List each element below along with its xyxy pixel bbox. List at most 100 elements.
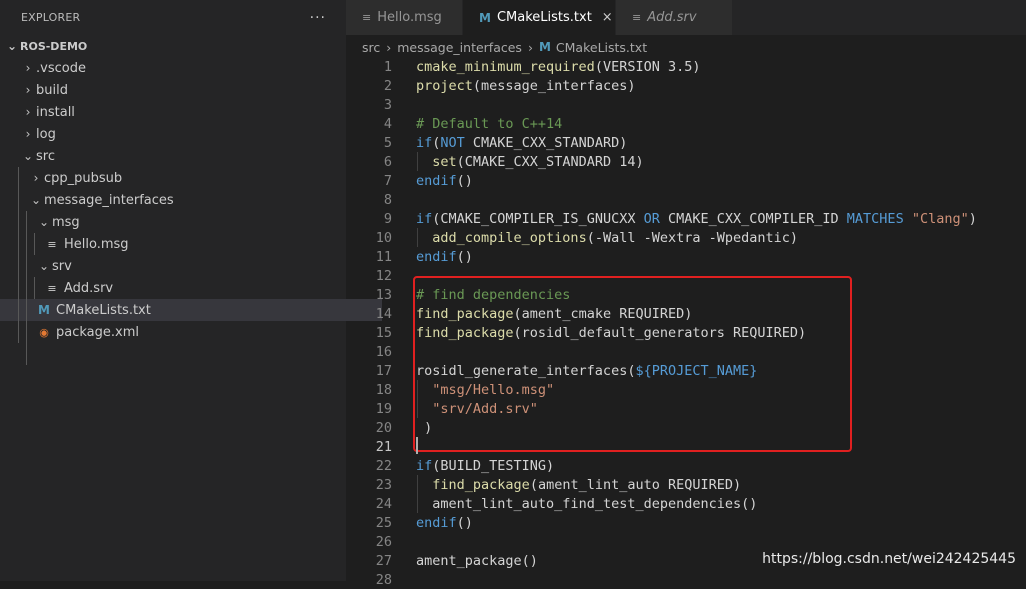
line-number: 26	[375, 533, 392, 550]
breadcrumb-item[interactable]: message_interfaces	[397, 40, 522, 55]
code-token: add_compile_options	[432, 229, 587, 246]
code-line[interactable]: 24 ament_lint_auto_find_test_dependencie…	[346, 494, 1026, 513]
code-text: if(CMAKE_COMPILER_IS_GNUCXX OR CMAKE_CXX…	[416, 211, 977, 227]
line-number: 9	[383, 210, 392, 227]
code-line[interactable]: 22 if(BUILD_TESTING)	[346, 456, 1026, 475]
tree-folder-build[interactable]: › build	[0, 79, 366, 101]
code-line[interactable]: 8	[346, 190, 1026, 209]
tree-folder-msg[interactable]: ⌄ msg	[0, 211, 382, 233]
tree-folder-install[interactable]: › install	[0, 101, 366, 123]
code-text: endif()	[416, 173, 473, 189]
tree-file-package-xml[interactable]: ◉ package.xml	[0, 321, 382, 343]
code-token: find_package	[432, 476, 530, 493]
tab-cmakelists[interactable]: M CMakeLists.txt ×	[463, 0, 616, 35]
code-line[interactable]: 4 # Default to C++14	[346, 114, 1026, 133]
code-token: # Default to C++14	[416, 115, 563, 132]
tree-folder-log[interactable]: › log	[0, 123, 366, 145]
line-number: 11	[375, 248, 392, 265]
code-token: ()	[456, 172, 473, 189]
indent-guide	[417, 494, 418, 513]
code-line[interactable]: 6 set(CMAKE_CXX_STANDARD 14)	[346, 152, 1026, 171]
line-number: 27	[375, 552, 392, 569]
tree-folder-vscode[interactable]: › .vscode	[0, 57, 366, 79]
tree-indent-guide	[18, 167, 19, 343]
code-line[interactable]: 9 if(CMAKE_COMPILER_IS_GNUCXX OR CMAKE_CX…	[346, 209, 1026, 228]
code-token: (BUILD_TESTING)	[432, 457, 555, 474]
editor-tab-bar: ≡ Hello.msg M CMakeLists.txt × ≡ Add.srv	[346, 0, 1026, 35]
tree-item-label: srv	[52, 258, 72, 274]
tree-file-hello-msg[interactable]: ≡ Hello.msg	[0, 233, 390, 255]
code-text: if(BUILD_TESTING)	[416, 458, 554, 474]
line-number: 13	[375, 286, 392, 303]
tree-folder-cpp-pubsub[interactable]: › cpp_pubsub	[0, 167, 374, 189]
tab-add-srv[interactable]: ≡ Add.srv	[616, 0, 733, 35]
code-token: OR	[643, 210, 660, 227]
code-token: CMAKE_CXX_STANDARD)	[464, 134, 628, 151]
code-text: if(NOT CMAKE_CXX_STANDARD)	[416, 135, 627, 151]
indent-guide	[417, 152, 418, 171]
explorer-sidebar: EXPLORER ··· ⌄ ROS-DEMO › .vscode › build › ins…	[0, 0, 382, 581]
code-token: endif	[416, 172, 457, 189]
code-line[interactable]: 11 endif()	[346, 247, 1026, 266]
line-number: 23	[375, 476, 392, 493]
code-text: find_package(ament_lint_auto REQUIRED)	[416, 477, 741, 493]
code-line[interactable]: 3	[346, 95, 1026, 114]
tree-item-label: src	[36, 148, 55, 164]
tree-item-label: message_interfaces	[44, 192, 174, 208]
tree-item-label: cpp_pubsub	[44, 170, 123, 186]
breadcrumb-file[interactable]: CMakeLists.txt	[556, 40, 647, 55]
chevron-right-icon: ›	[386, 39, 392, 55]
cmake-file-icon: M	[538, 40, 551, 54]
tree-item-label: Add.srv	[64, 280, 114, 296]
code-token: ament_lint_auto_find_test_dependencies()	[432, 495, 758, 512]
tree-indent-guide	[26, 211, 27, 365]
line-number: 16	[375, 343, 392, 360]
code-line[interactable]: 10 add_compile_options(-Wall -Wextra -Wp…	[346, 228, 1026, 247]
chevron-right-icon: ›	[25, 105, 31, 119]
code-line[interactable]: 26	[346, 532, 1026, 551]
breadcrumb-item[interactable]: src	[362, 40, 380, 55]
chevron-down-icon: ⌄	[38, 259, 50, 273]
line-number: 18	[375, 381, 392, 398]
tree-root-ros-demo[interactable]: ⌄ ROS-DEMO	[0, 35, 350, 57]
code-token: if	[416, 210, 433, 227]
code-text: cmake_minimum_required(VERSION 3.5)	[416, 59, 700, 75]
code-token: ament_package()	[416, 552, 538, 569]
tab-label: Add.srv	[647, 10, 697, 25]
code-line[interactable]: 1 cmake_minimum_required(VERSION 3.5)	[346, 57, 1026, 76]
code-token: NOT	[440, 134, 465, 151]
code-line[interactable]: 2 project(message_interfaces)	[346, 76, 1026, 95]
more-actions-icon[interactable]: ···	[310, 10, 326, 26]
code-text: set(CMAKE_CXX_STANDARD 14)	[416, 153, 643, 170]
code-token: (message_interfaces)	[472, 77, 636, 94]
code-token: "Clang"	[911, 210, 969, 227]
code-line[interactable]: 25 endif()	[346, 513, 1026, 532]
tree-folder-src[interactable]: ⌄ src	[0, 145, 366, 167]
code-token: (CMAKE_COMPILER_IS_GNUCXX	[432, 210, 644, 227]
tree-folder-message-interfaces[interactable]: ⌄ message_interfaces	[0, 189, 374, 211]
code-line[interactable]: 5 if(NOT CMAKE_CXX_STANDARD)	[346, 133, 1026, 152]
tree-file-add-srv[interactable]: ≡ Add.srv	[0, 277, 390, 299]
tree-folder-srv[interactable]: ⌄ srv	[0, 255, 382, 277]
line-number: 17	[375, 362, 392, 379]
chevron-right-icon: ›	[25, 83, 31, 97]
code-line[interactable]: 23 find_package(ament_lint_auto REQUIRED…	[346, 475, 1026, 494]
code-text: endif()	[416, 249, 473, 265]
code-token: set	[432, 153, 457, 170]
code-text: add_compile_options(-Wall -Wextra -Wpeda…	[416, 230, 798, 246]
file-lines-icon: ≡	[362, 11, 372, 24]
code-line[interactable]: 28	[346, 570, 1026, 589]
code-token: project	[416, 77, 473, 94]
chevron-right-icon: ›	[25, 127, 31, 141]
tree-file-cmakelists[interactable]: M CMakeLists.txt	[0, 299, 382, 321]
code-token: if	[416, 457, 433, 474]
code-line[interactable]: 7 endif()	[346, 171, 1026, 190]
line-number: 6	[383, 153, 392, 170]
code-token: (VERSION 3.5)	[594, 58, 701, 75]
tab-hello-msg[interactable]: ≡ Hello.msg	[346, 0, 463, 35]
code-token: endif	[416, 248, 457, 265]
chevron-down-icon: ⌄	[6, 39, 18, 53]
code-token: if	[416, 134, 433, 151]
close-icon[interactable]: ×	[602, 10, 613, 25]
chevron-right-icon: ›	[33, 171, 39, 185]
